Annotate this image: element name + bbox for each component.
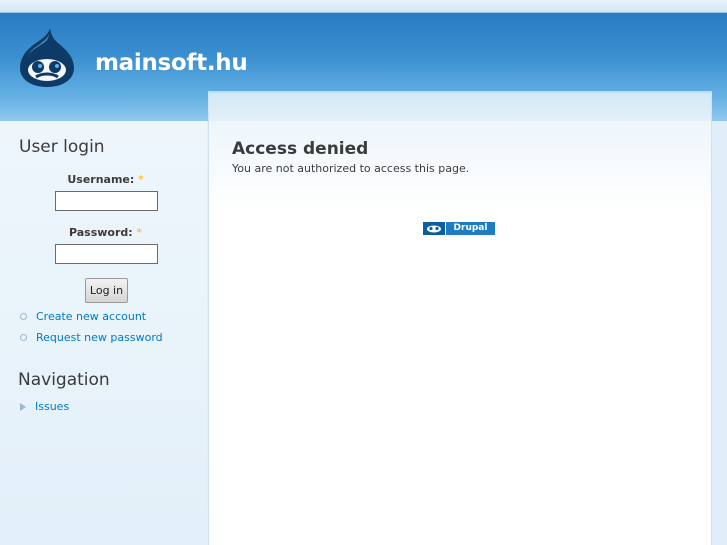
circle-bullet-icon xyxy=(20,334,27,341)
list-item: Request new password xyxy=(19,331,163,344)
top-strip xyxy=(0,0,727,13)
request-password-link[interactable]: Request new password xyxy=(36,331,163,344)
password-label: Password: * xyxy=(55,226,156,239)
nav-item-issues: Issues xyxy=(19,400,69,413)
site-name-link[interactable]: mainsoft.hu xyxy=(95,50,248,76)
triangle-bullet-icon xyxy=(20,402,26,411)
list-item: Create new account xyxy=(19,310,146,323)
create-account-link[interactable]: Create new account xyxy=(36,310,146,323)
username-input[interactable] xyxy=(55,191,158,211)
main-tab-bar xyxy=(209,91,711,123)
issues-link[interactable]: Issues xyxy=(35,400,69,413)
drupal-badge-label: Drupal xyxy=(445,222,495,235)
required-mark: * xyxy=(138,173,144,186)
access-denied-message: You are not authorized to access this pa… xyxy=(232,162,470,175)
password-input[interactable] xyxy=(55,244,158,264)
page-title: Access denied xyxy=(232,139,369,159)
login-button[interactable]: Log in xyxy=(85,278,128,303)
required-mark: * xyxy=(136,226,143,239)
drupal-drop-icon[interactable] xyxy=(18,26,76,88)
password-label-text: Password: xyxy=(68,226,133,239)
username-label-text: Username: xyxy=(67,173,135,186)
username-label: Username: * xyxy=(55,173,156,186)
drupal-drop-icon xyxy=(423,222,445,235)
circle-bullet-icon xyxy=(20,313,27,320)
user-login-title: User login xyxy=(19,137,105,157)
powered-by-drupal-badge[interactable]: Drupal xyxy=(423,222,495,235)
main-content-panel xyxy=(208,91,712,545)
navigation-title: Navigation xyxy=(18,370,110,390)
